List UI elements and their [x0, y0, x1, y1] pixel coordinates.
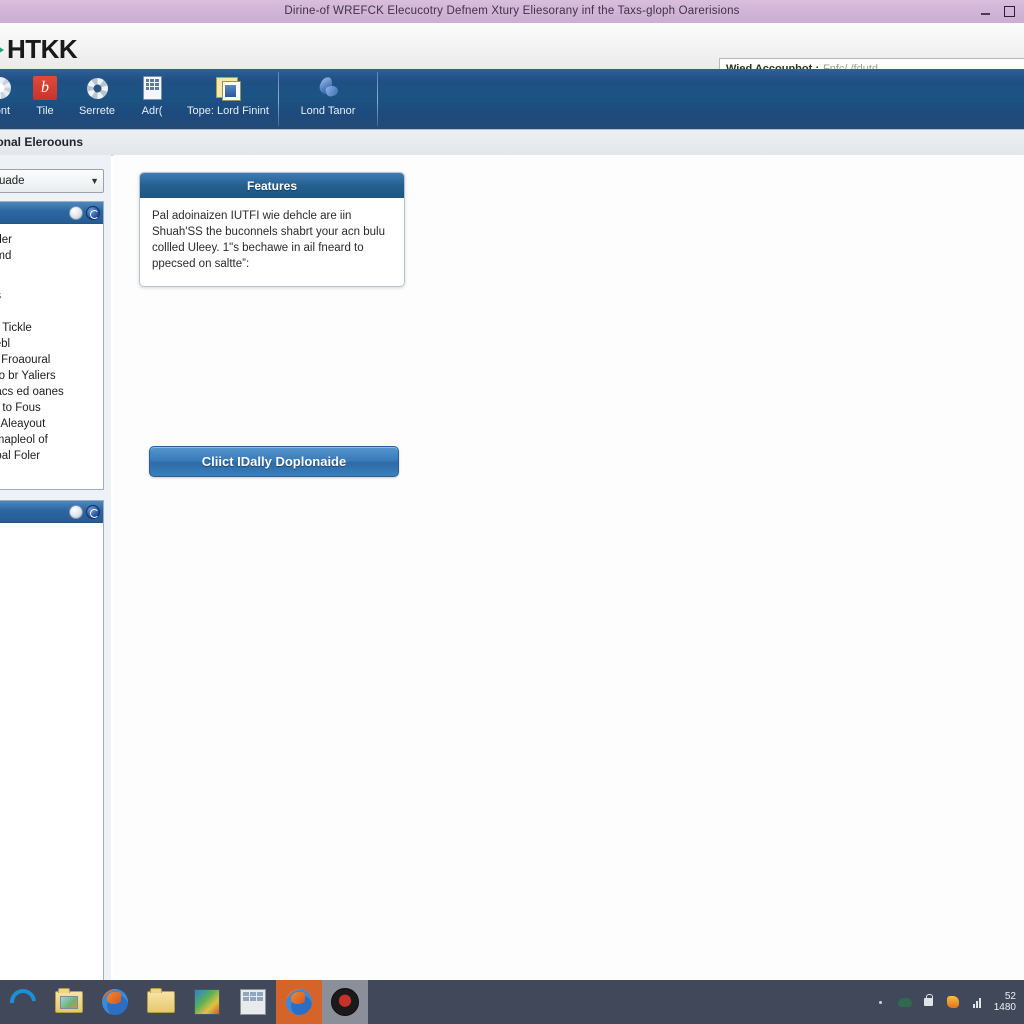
taskbar: 52 1480	[0, 980, 1024, 1024]
taskbar-item-pictures-folder[interactable]	[46, 980, 92, 1024]
sidebar-panel-1-body: nder gmd at as l er Tickle itebl al Froa…	[0, 224, 103, 464]
toolbar-button-3[interactable]: Adr(	[126, 69, 178, 129]
sidebar-list-item[interactable]: er to Fous	[0, 400, 103, 416]
system-tray: 52 1480	[874, 991, 1024, 1013]
sidebar-list-item[interactable]: al Froaoural	[0, 352, 103, 368]
security-lock-icon[interactable]	[922, 994, 936, 1009]
taskbar-item-edge[interactable]	[0, 980, 46, 1024]
sidebar-list-item[interactable]: as	[0, 288, 103, 304]
taskbar-item-file-explorer[interactable]	[138, 980, 184, 1024]
sidebar: uade ▼ nder gmd at as l er Tickle itebl	[0, 155, 111, 1024]
document-app-icon	[238, 987, 268, 1017]
toolbar-separator-2	[377, 72, 378, 126]
sidebar-list-item[interactable]: itebl	[0, 336, 103, 352]
red-document-icon: b	[32, 75, 58, 101]
features-card-body: Pal adoinaizen IUTFI wie dehcle are iin …	[152, 210, 385, 270]
firefox-browser-icon	[100, 987, 130, 1017]
main-toolbar: liont b Tile Serrete Adr( Tope: Lord Fin…	[0, 69, 1024, 130]
sidebar-panel-1-header[interactable]	[0, 202, 103, 224]
maximize-button[interactable]	[1001, 3, 1018, 19]
brush-icon	[315, 75, 341, 101]
window-titlebar: Dirine-of WREFCK Elecucotry Defnem Xtury…	[0, 0, 1024, 24]
sidebar-panel-1: nder gmd at as l er Tickle itebl al Froa…	[0, 201, 104, 490]
app-name: HTKK	[7, 34, 78, 64]
section-header: ional Eleroouns	[0, 130, 1024, 156]
sidebar-list-item[interactable]: l	[0, 304, 103, 320]
toolbar-button-0[interactable]: liont	[0, 69, 22, 129]
minimize-icon	[981, 13, 990, 15]
window-title: Dirine-of WREFCK Elecucotry Defnem Xtury…	[284, 5, 740, 17]
chevron-down-icon: ▼	[90, 176, 99, 186]
cloud-icon[interactable]	[897, 995, 912, 1009]
features-card: Features Pal adoinaizen IUTFI wie dehcle…	[139, 172, 405, 287]
toolbar-label-0: liont	[0, 105, 11, 117]
folder-pictures-icon	[54, 987, 84, 1017]
toolbar-label-1: Tile	[36, 105, 54, 117]
sidebar-dropdown-value: uade	[0, 175, 25, 187]
toolbar-button-4[interactable]: Tope: Lord Finint	[178, 69, 278, 129]
gear-icon	[84, 75, 110, 101]
flame-icon[interactable]	[946, 995, 960, 1009]
sidebar-list-item[interactable]: nder	[0, 232, 103, 248]
taskbar-item-dark-app[interactable]	[322, 980, 368, 1024]
toolbar-button-1[interactable]: b Tile	[22, 69, 68, 129]
sidebar-list-gap	[0, 280, 103, 288]
toolbar-label-3: Adr(	[141, 105, 163, 117]
minimize-button[interactable]	[977, 3, 994, 19]
taskbar-item-media-app[interactable]	[184, 980, 230, 1024]
sidebar-list-item[interactable]: l mapleol of	[0, 432, 103, 448]
sidebar-panel-2-header[interactable]	[0, 501, 103, 523]
sidebar-list-item[interactable]: at	[0, 264, 103, 280]
toolbar-button-2[interactable]: Serrete	[68, 69, 126, 129]
taskbar-item-document-app[interactable]	[230, 980, 276, 1024]
cta-button[interactable]: Cliict IDally Doplonaide	[149, 446, 399, 477]
collapse-circle-icon[interactable]	[69, 504, 83, 519]
sidebar-dropdown[interactable]: uade ▼	[0, 169, 104, 193]
overflow-dot-icon[interactable]	[874, 995, 888, 1009]
toolbar-button-5[interactable]: Lond Tanor	[279, 69, 377, 129]
sidebar-panel-1-buttons	[69, 205, 100, 220]
sidebar-list-item[interactable]: er Tickle	[0, 320, 103, 336]
maximize-icon	[1004, 6, 1015, 17]
refresh-circle-icon[interactable]	[86, 504, 100, 519]
edge-browser-icon	[4, 983, 42, 1021]
clock-line-1: 52	[1004, 991, 1016, 1002]
brand-header: HTKK Wied Accounbot ; Fnfc/ /fdutd	[0, 23, 1024, 80]
sidebar-list-item[interactable]: el Aleayout	[0, 416, 103, 432]
toolbar-label-5: Lond Tanor	[300, 105, 356, 117]
folder-icon	[146, 987, 176, 1017]
settings-gear-icon	[0, 75, 13, 101]
application-window: Dirine-of WREFCK Elecucotry Defnem Xtury…	[0, 0, 1024, 1024]
features-card-header: Features	[140, 173, 404, 198]
sidebar-list-item[interactable]: gmd	[0, 248, 103, 264]
toolbar-label-4: Tope: Lord Finint	[187, 105, 269, 117]
sidebar-panel-2-buttons	[69, 504, 100, 519]
sidebar-panel-2-body	[0, 523, 103, 531]
calculator-icon	[139, 75, 165, 101]
section-title: ional Eleroouns	[0, 135, 84, 149]
colorful-app-icon	[192, 987, 222, 1017]
taskbar-item-firefox[interactable]	[92, 980, 138, 1024]
app-logo: HTKK	[0, 34, 78, 65]
sidebar-list-item[interactable]: mo br Yaliers	[0, 368, 103, 384]
sidebar-list-item[interactable]: pacs ed oanes	[0, 384, 103, 400]
refresh-circle-icon[interactable]	[86, 205, 100, 220]
firefox-browser-icon	[284, 987, 314, 1017]
main-content: Features Pal adoinaizen IUTFI wie dehcle…	[113, 155, 1024, 1010]
signal-bars-icon[interactable]	[970, 995, 984, 1009]
sidebar-list-item[interactable]: goal Foler	[0, 448, 103, 464]
taskbar-item-browser-active[interactable]	[276, 980, 322, 1024]
toolbar-label-2: Serrete	[78, 105, 116, 117]
document-export-icon	[215, 75, 241, 101]
clock[interactable]: 52 1480	[994, 991, 1016, 1013]
dark-circle-app-icon	[330, 987, 360, 1017]
clock-line-2: 1480	[993, 1002, 1016, 1013]
sidebar-panel-2	[0, 500, 104, 1024]
green-play-arrow-icon	[0, 41, 4, 58]
collapse-circle-icon[interactable]	[69, 205, 83, 220]
